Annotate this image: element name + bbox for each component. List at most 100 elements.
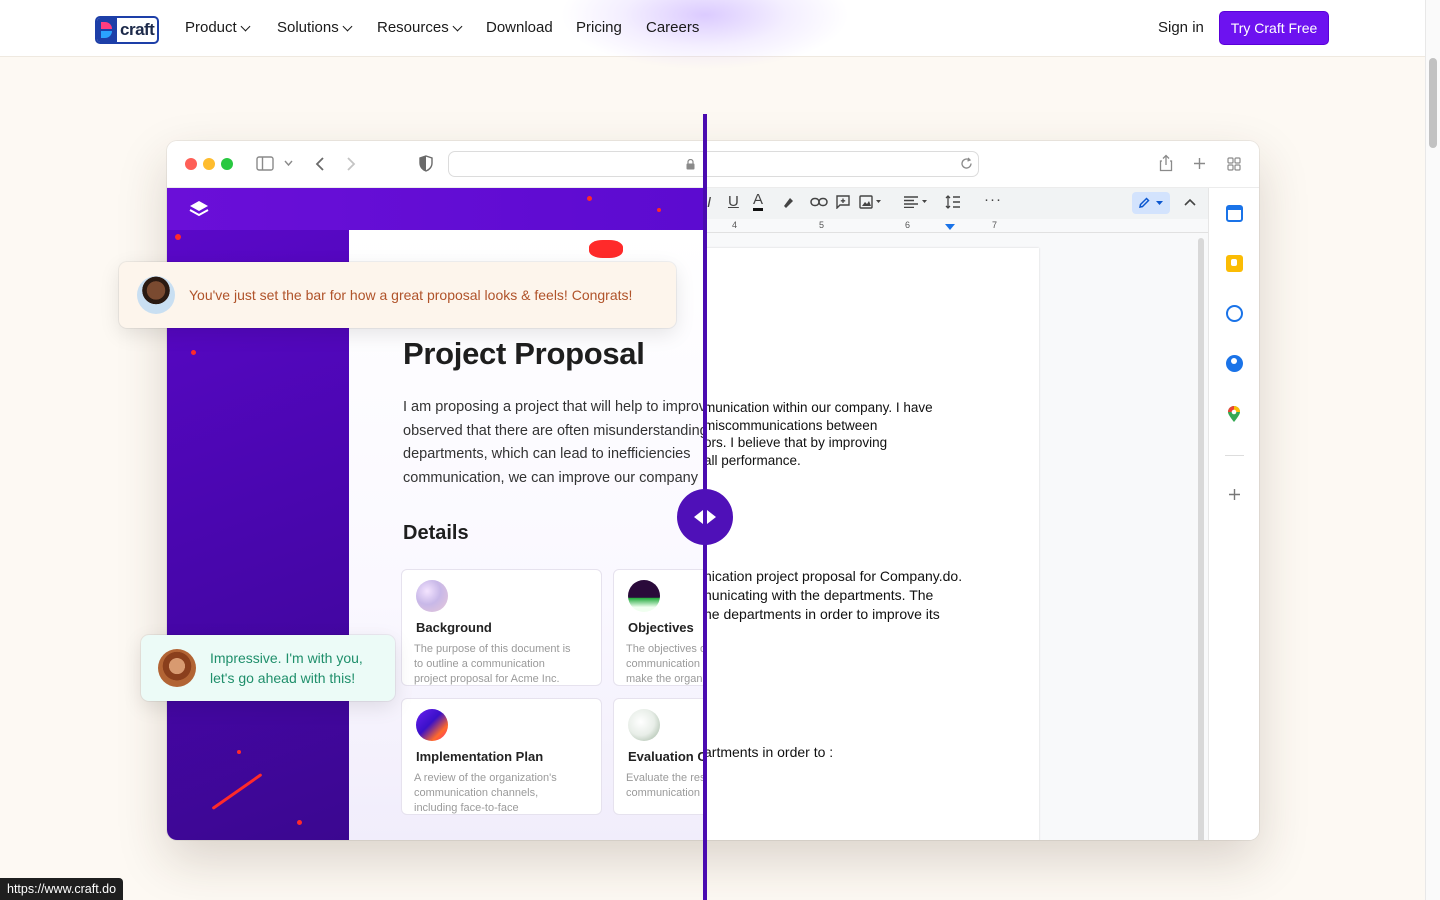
keep-notes-icon[interactable] xyxy=(1226,255,1243,272)
nav-item-solutions[interactable]: Solutions xyxy=(277,19,353,36)
card-title: Implementation Plan xyxy=(416,749,544,764)
nav-item-pricing[interactable]: Pricing xyxy=(576,19,622,36)
comment-text: Impressive. I'm with you, let's go ahead… xyxy=(210,650,363,686)
calendar-icon[interactable] xyxy=(1226,205,1243,222)
link-icon[interactable] xyxy=(810,197,828,207)
close-window-dot[interactable] xyxy=(185,158,197,170)
decor-speck xyxy=(175,234,181,240)
card-title: Evaluation C xyxy=(628,749,703,764)
add-addon-plus-icon[interactable] xyxy=(1228,488,1241,501)
craft-logo[interactable]: craft xyxy=(95,16,159,44)
commenter-avatar xyxy=(137,276,175,314)
card-description: The purpose of this document is to outli… xyxy=(414,643,571,685)
chevron-down-icon xyxy=(452,21,463,31)
back-arrow-icon[interactable] xyxy=(315,156,325,172)
card-objectives[interactable]: Objectives The objectives of communicati… xyxy=(613,569,703,686)
more-options-icon[interactable]: ··· xyxy=(984,192,1002,207)
comment-toast-bottom: Impressive. I'm with you, let's go ahead… xyxy=(141,635,395,701)
docs-side-panel xyxy=(1208,188,1259,840)
docs-toolbar: I U A ··· xyxy=(704,188,1208,219)
address-bar[interactable] xyxy=(448,151,979,177)
sign-in-link[interactable]: Sign in xyxy=(1158,19,1204,36)
line-spacing-icon[interactable] xyxy=(945,195,961,209)
contacts-icon[interactable] xyxy=(1226,355,1243,372)
right-indent-marker[interactable] xyxy=(945,224,955,230)
reload-icon[interactable] xyxy=(960,157,973,170)
forward-arrow-icon[interactable] xyxy=(346,156,356,172)
decor-speck xyxy=(237,750,241,754)
layers-icon[interactable] xyxy=(189,200,209,219)
tab-overview-icon[interactable] xyxy=(1227,157,1241,171)
text-color-icon[interactable]: A xyxy=(753,192,764,211)
document-paragraph: I am proposing a project that will help … xyxy=(403,399,703,486)
nav-label: Solutions xyxy=(277,19,339,36)
chevron-down-icon[interactable] xyxy=(284,160,293,167)
align-icon[interactable] xyxy=(903,196,929,208)
nav-item-product[interactable]: Product xyxy=(185,19,251,36)
comment-text: You've just set the bar for how a great … xyxy=(189,287,633,303)
card-implementation-plan[interactable]: Implementation Plan A review of the orga… xyxy=(401,698,602,815)
minimize-window-dot[interactable] xyxy=(203,158,215,170)
editing-mode-button[interactable] xyxy=(1132,192,1170,214)
decor-speck xyxy=(191,350,196,355)
collapse-menu-icon[interactable] xyxy=(1184,198,1196,206)
nav-label: Download xyxy=(486,19,553,36)
add-comment-icon[interactable] xyxy=(836,195,850,209)
card-thumbnail xyxy=(416,580,448,612)
pencil-icon xyxy=(1139,197,1150,208)
craft-header-bar xyxy=(167,188,704,230)
arrow-right-icon xyxy=(707,510,716,524)
decor-speck xyxy=(297,820,302,825)
insert-image-icon[interactable] xyxy=(859,195,883,209)
card-title: Background xyxy=(416,620,492,635)
sidebar-toggle-icon[interactable] xyxy=(256,156,274,171)
italic-icon[interactable]: I xyxy=(707,195,711,210)
nav-item-resources[interactable]: Resources xyxy=(377,19,463,36)
panel-divider xyxy=(1225,455,1244,456)
docs-scrollbar[interactable] xyxy=(1198,238,1204,840)
underline-icon[interactable]: U xyxy=(728,194,739,209)
lock-icon xyxy=(686,159,695,170)
comparison-slider-handle[interactable] xyxy=(677,489,733,545)
card-objectives-clip: Objectives The objectives of communicati… xyxy=(613,569,703,686)
tasks-icon[interactable] xyxy=(1226,305,1243,322)
try-craft-free-button[interactable]: Try Craft Free xyxy=(1219,11,1329,45)
nav-label: Careers xyxy=(646,19,700,36)
card-evaluation[interactable]: Evaluation C Evaluate the res communicat… xyxy=(613,698,703,815)
google-docs-view: I U A ··· 4 5 6 7 munication within our … xyxy=(704,188,1259,840)
share-icon[interactable] xyxy=(1159,154,1173,172)
new-tab-plus-icon[interactable] xyxy=(1193,157,1206,170)
nav-item-careers[interactable]: Careers xyxy=(646,19,699,36)
document-paragraph-clip: I am proposing a project that will help … xyxy=(403,396,703,496)
card-background[interactable]: Background The purpose of this document … xyxy=(401,569,602,686)
commenter-avatar xyxy=(158,649,196,687)
card-thumbnail xyxy=(628,580,660,612)
docs-paragraph-3: artments in order to : xyxy=(704,744,834,760)
nav-item-download[interactable]: Download xyxy=(486,19,553,36)
nav-label: Pricing xyxy=(576,19,622,36)
comment-toast-top: You've just set the bar for how a great … xyxy=(119,262,676,328)
docs-paragraph-1: munication within our company. I have mi… xyxy=(704,400,933,468)
decor-splash xyxy=(589,240,623,258)
page-scrollbar-thumb[interactable] xyxy=(1429,58,1437,148)
ruler-mark: 5 xyxy=(819,220,825,230)
card-description: The objectives of communication make the… xyxy=(626,643,703,685)
decor-speck xyxy=(657,208,661,212)
logo-text: craft xyxy=(120,20,155,39)
nav-label: Resources xyxy=(377,19,449,36)
shield-icon[interactable] xyxy=(419,155,433,172)
card-description: A review of the organization's communica… xyxy=(414,772,557,814)
arrow-left-icon xyxy=(694,510,703,524)
maps-icon[interactable] xyxy=(1227,406,1241,423)
highlighter-icon[interactable] xyxy=(781,195,795,209)
decor-speck xyxy=(587,196,592,201)
maximize-window-dot[interactable] xyxy=(221,158,233,170)
document-title: Project Proposal xyxy=(403,336,645,371)
browser-toolbar xyxy=(167,141,1259,188)
docs-ruler: 4 5 6 7 xyxy=(704,219,1208,233)
chevron-down-icon xyxy=(342,21,353,31)
nav-label: Product xyxy=(185,19,237,36)
card-title: Objectives xyxy=(628,620,694,635)
docs-paragraph-2: nication project proposal for Company.do… xyxy=(704,568,963,622)
top-navigation: craft Product Solutions Resources Downlo… xyxy=(0,0,1425,70)
